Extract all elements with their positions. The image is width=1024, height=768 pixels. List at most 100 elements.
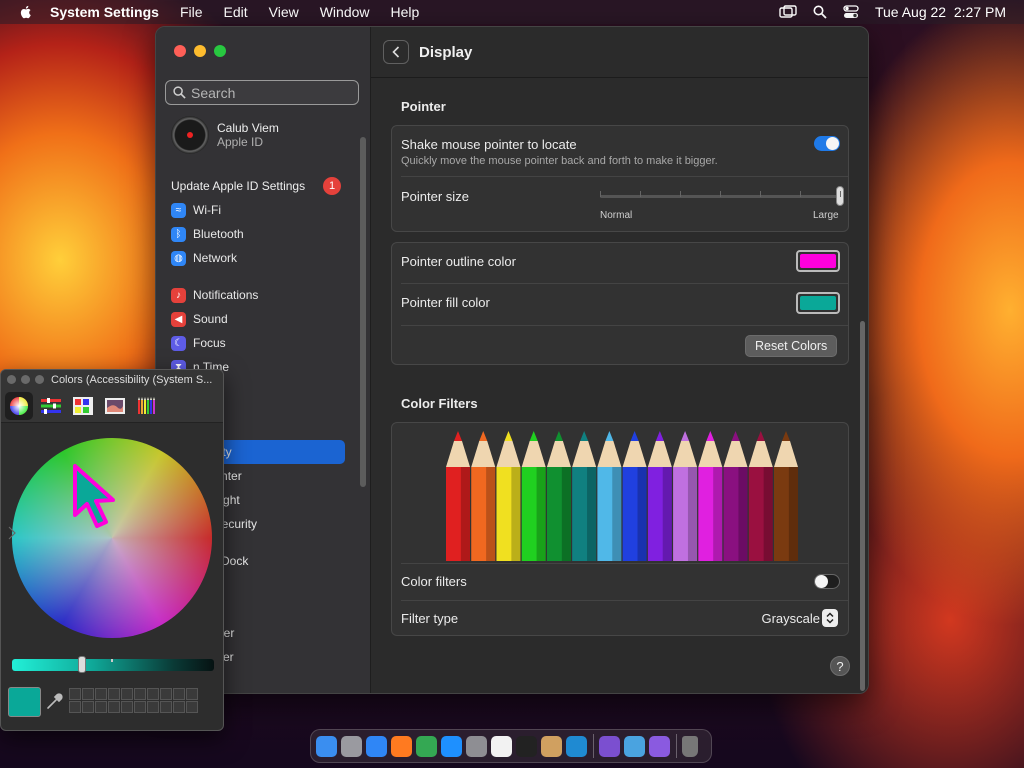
empty-swatch[interactable] (95, 701, 107, 713)
pane-scrollbar[interactable] (860, 321, 865, 691)
empty-swatch[interactable] (108, 688, 120, 700)
sidebar-item-speaker[interactable]: ◀ Sound (165, 307, 345, 331)
filter-type-popup-button[interactable] (822, 609, 838, 627)
image-palettes-tab[interactable] (101, 392, 129, 420)
sidebar-item-globe[interactable]: ◍ Network (165, 246, 345, 270)
color-palettes-tab[interactable] (69, 392, 97, 420)
textedit-icon[interactable] (491, 735, 512, 757)
apple-logo-icon[interactable] (18, 4, 34, 20)
spotlight-search-icon[interactable] (813, 5, 827, 19)
bluetooth-icon: ᛒ (171, 226, 186, 242)
current-color-well[interactable] (8, 687, 41, 717)
brush-icon[interactable] (541, 735, 562, 757)
image-palette-icon (105, 397, 125, 414)
colors-panel-titlebar[interactable]: Colors (Accessibility (System S... (1, 370, 223, 389)
brightness-slider[interactable] (12, 659, 214, 671)
brightness-slider-thumb[interactable] (78, 656, 86, 673)
pointer-fill-color-well[interactable] (796, 292, 840, 314)
menu-app-name[interactable]: System Settings (50, 4, 159, 20)
empty-swatch[interactable] (147, 701, 159, 713)
trash-icon[interactable] (682, 735, 698, 757)
panel-minimize-button[interactable] (21, 375, 30, 384)
empty-swatch[interactable] (69, 701, 81, 713)
sidebar-item-label: Sound (193, 312, 228, 326)
empty-swatch[interactable] (173, 701, 185, 713)
search-field[interactable] (165, 80, 359, 105)
avatar-dot-icon (187, 132, 193, 138)
zoom-button[interactable] (214, 45, 226, 57)
pointer-outline-color-well[interactable] (796, 250, 840, 272)
filter-type-value[interactable]: Grayscale (761, 611, 820, 626)
menu-view[interactable]: View (269, 4, 299, 20)
empty-swatch[interactable] (95, 688, 107, 700)
visual-studio-icon[interactable] (599, 735, 620, 757)
reset-colors-button[interactable]: Reset Colors (745, 335, 838, 357)
update-apple-id-item[interactable]: Update Apple ID Settings 1 (171, 177, 341, 195)
pencil-tip (454, 431, 462, 441)
finder-icon[interactable] (316, 735, 337, 757)
sidebar-item-wifi[interactable]: ≈ Wi-Fi (165, 198, 345, 222)
launchpad-icon[interactable] (341, 735, 362, 757)
outline-color-swatch (800, 254, 836, 268)
pencil-shade (637, 467, 647, 561)
empty-swatch[interactable] (186, 688, 198, 700)
sidebar-item-moon[interactable]: ☾ Focus (165, 331, 345, 355)
slider-tick (800, 191, 801, 197)
empty-swatch[interactable] (147, 688, 159, 700)
empty-swatch[interactable] (69, 688, 81, 700)
screen-mirroring-icon[interactable] (779, 5, 797, 19)
sidebar-scrollbar[interactable] (360, 137, 366, 487)
color-sliders-tab[interactable] (37, 392, 65, 420)
panel-zoom-button[interactable] (35, 375, 44, 384)
empty-swatch[interactable] (186, 701, 198, 713)
speaker-icon: ◀ (171, 311, 186, 327)
empty-swatch[interactable] (108, 701, 120, 713)
menu-help[interactable]: Help (391, 4, 420, 20)
menu-clock[interactable]: Tue Aug 22 2:27 PM (875, 4, 1006, 20)
eyedropper-icon[interactable] (45, 693, 63, 711)
search-input[interactable] (191, 84, 351, 101)
menu-edit[interactable]: Edit (224, 4, 248, 20)
vscode-icon[interactable] (566, 735, 587, 757)
pointer-size-min-label: Normal (600, 210, 633, 221)
control-center-icon[interactable] (843, 5, 859, 19)
pencil-wood (546, 441, 571, 467)
empty-swatch[interactable] (134, 701, 146, 713)
terminal-icon[interactable] (516, 735, 537, 757)
pointer-section-title: Pointer (401, 99, 446, 114)
avatar (171, 116, 209, 154)
monitor-app-icon[interactable] (649, 735, 670, 757)
color-filters-toggle[interactable] (814, 574, 840, 589)
shake-pointer-toggle[interactable] (814, 136, 840, 151)
pencil-shade (460, 467, 470, 561)
app-store-icon[interactable] (441, 735, 462, 757)
empty-swatch[interactable] (160, 701, 172, 713)
pencil-wood (647, 441, 672, 467)
empty-swatch[interactable] (121, 688, 133, 700)
empty-swatch[interactable] (82, 701, 94, 713)
sidebar-item-bell[interactable]: ♪ Notifications (165, 283, 345, 307)
apple-id-account[interactable]: Calub Viem Apple ID (171, 116, 279, 154)
system-settings-icon[interactable] (466, 735, 487, 757)
firefox-icon[interactable] (391, 735, 412, 757)
pencil-tip (580, 431, 589, 441)
minimize-button[interactable] (194, 45, 206, 57)
menu-file[interactable]: File (180, 4, 203, 20)
empty-swatch[interactable] (173, 688, 185, 700)
safari-icon[interactable] (366, 735, 387, 757)
back-button[interactable] (383, 40, 409, 64)
chrome-icon[interactable] (416, 735, 437, 757)
panel-close-button[interactable] (7, 375, 16, 384)
empty-swatch[interactable] (160, 688, 172, 700)
empty-swatch[interactable] (82, 688, 94, 700)
empty-swatch[interactable] (121, 701, 133, 713)
sidebar-item-bluetooth[interactable]: ᛒ Bluetooth (165, 222, 345, 246)
pencils-tab[interactable] (133, 392, 161, 420)
color-wheel-tab[interactable] (5, 391, 33, 420)
close-button[interactable] (174, 45, 186, 57)
cloud-app-icon[interactable] (624, 735, 645, 757)
empty-swatch[interactable] (134, 688, 146, 700)
help-button[interactable]: ? (830, 656, 850, 676)
menu-window[interactable]: Window (320, 4, 370, 20)
menu-bar: System Settings File Edit View Window He… (0, 0, 1024, 24)
